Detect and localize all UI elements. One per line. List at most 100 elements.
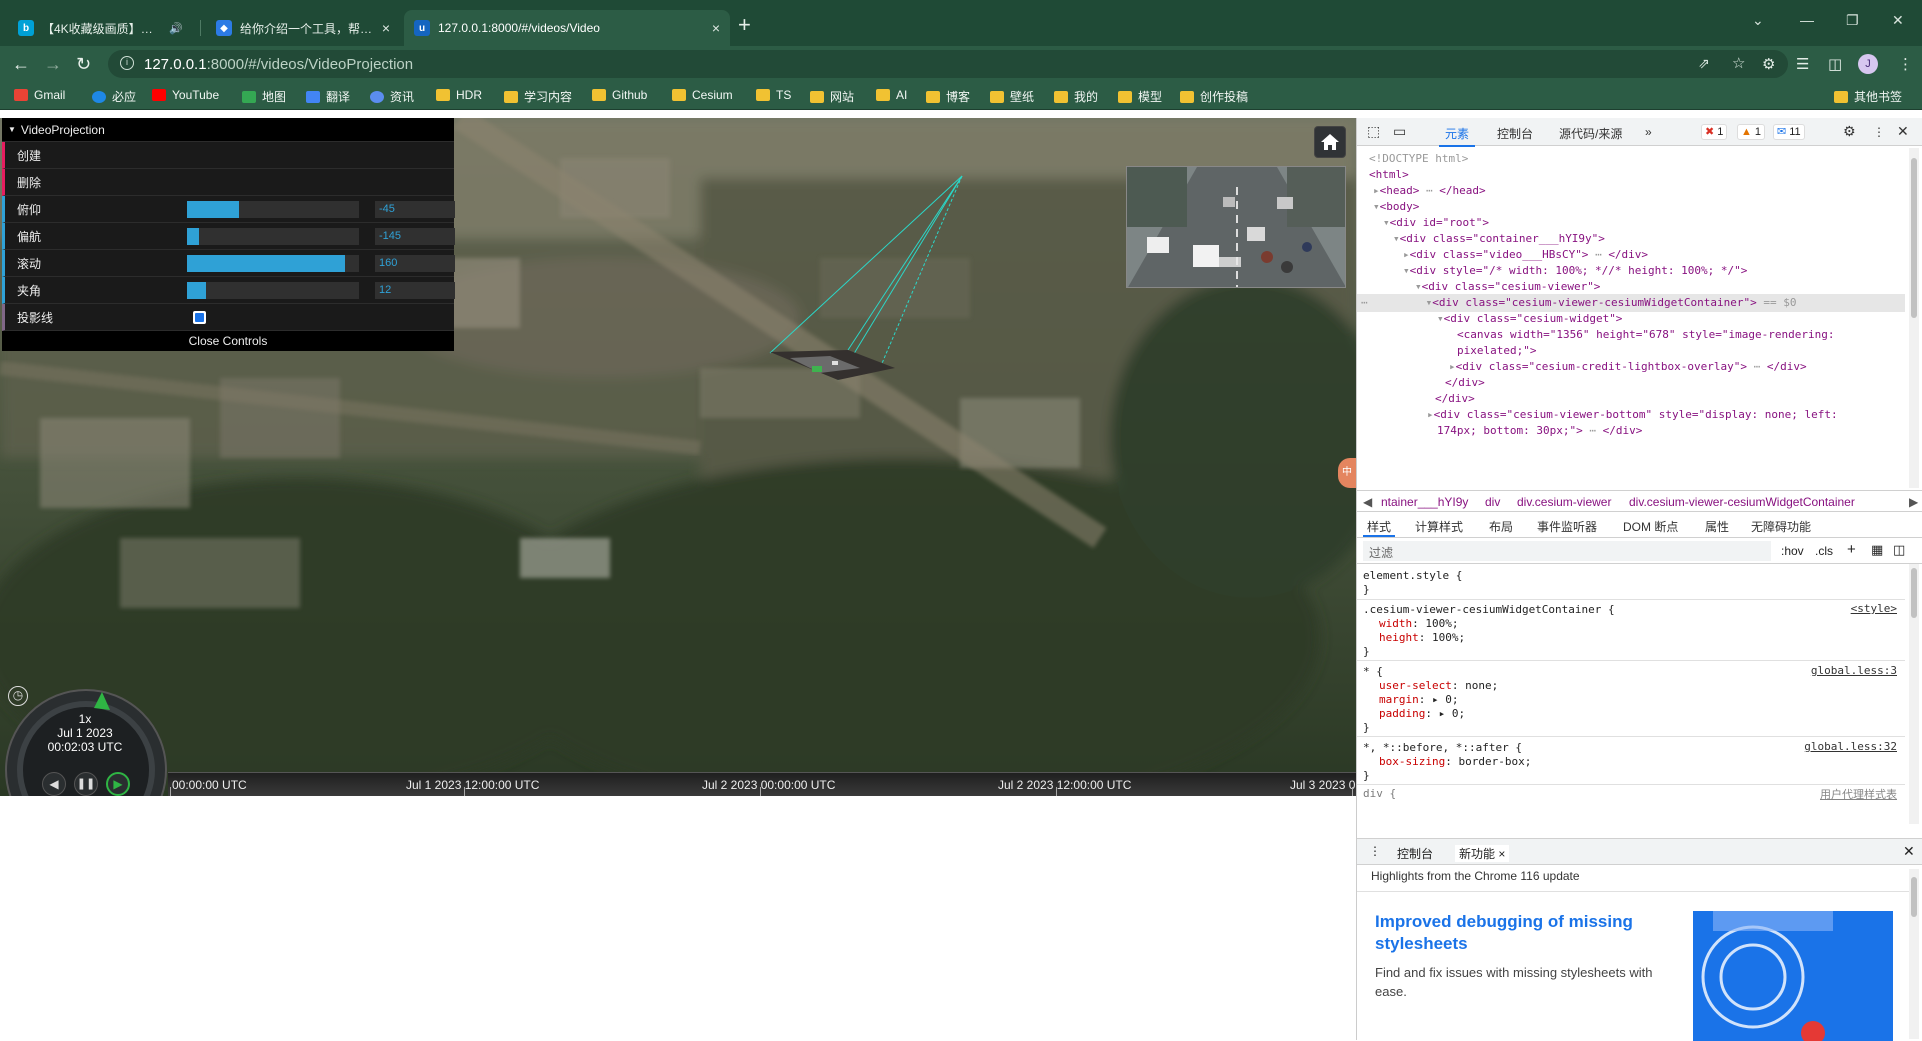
collapse-arrow-icon[interactable]: ▾	[1437, 312, 1444, 325]
clock-icon[interactable]: ◷	[8, 686, 28, 706]
ellipsis-icon[interactable]: ⋯	[1595, 248, 1602, 261]
tab-console[interactable]: 控制台	[1497, 125, 1533, 142]
bookmark-folder-ai[interactable]: AI	[876, 88, 907, 102]
subtab-computed[interactable]: 计算样式	[1415, 518, 1463, 535]
pause-button[interactable]: ❚❚	[74, 772, 98, 796]
roll-input[interactable]: 160	[375, 255, 455, 272]
rule-selector[interactable]: .cesium-viewer-cesiumWidgetContainer {	[1363, 602, 1615, 617]
ellipsis-icon[interactable]: ⋯	[1589, 424, 1596, 437]
dom-line[interactable]: 174px; bottom: 30px;"> ⋯ </div>	[1437, 422, 1642, 440]
play-reverse-button[interactable]: ◀	[42, 772, 66, 796]
close-icon[interactable]: ×	[1498, 847, 1505, 861]
bookmark-news[interactable]: 资讯	[370, 88, 414, 105]
drawer-tab-whatsnew[interactable]: 新功能 ×	[1455, 845, 1510, 862]
drawer-scrollbar[interactable]	[1909, 869, 1919, 1039]
rule-selector[interactable]: div {	[1363, 786, 1396, 801]
declaration[interactable]: height: 100%;	[1379, 630, 1465, 645]
breadcrumb-item[interactable]: ntainer___hYI9y	[1381, 495, 1468, 509]
projection-line-checkbox[interactable]	[193, 311, 206, 324]
yaw-input[interactable]: -145	[375, 228, 455, 245]
collapse-arrow-icon[interactable]: ▾	[1383, 216, 1390, 229]
home-button[interactable]	[1314, 126, 1346, 158]
device-toolbar-icon[interactable]: ▭	[1393, 123, 1406, 140]
bookmark-folder-models[interactable]: 模型	[1118, 88, 1162, 105]
message-badge[interactable]: ✉ 11	[1773, 124, 1805, 140]
delete-button[interactable]: 删除	[2, 169, 454, 196]
timeline[interactable]: 00:00:00 UTC Jul 1 2023 12:00:00 UTC Jul…	[168, 772, 1356, 796]
fov-input[interactable]: 12	[375, 282, 455, 299]
menu-icon[interactable]: ⋮	[1898, 55, 1913, 73]
side-panel-icon[interactable]: ◫	[1828, 55, 1842, 73]
tab-bilibili[interactable]: b 【4K收藏级画质】莓莓神级 🔊	[8, 10, 193, 46]
error-badge[interactable]: ✖ 1	[1701, 124, 1728, 140]
cesium-viewer[interactable]: ▼ VideoProjection 创建 删除 俯仰 -45 偏航 -145 滚…	[0, 118, 1356, 796]
tab-video-projection[interactable]: u 127.0.0.1:8000/#/videos/Video ×	[404, 10, 730, 46]
expand-arrow-icon[interactable]: ▸	[1373, 184, 1380, 197]
sidebar-toggle-icon[interactable]: ◫	[1893, 542, 1905, 558]
rule-selector[interactable]: element.style {	[1363, 568, 1462, 583]
warning-badge[interactable]: ▲ 1	[1737, 124, 1766, 140]
breadcrumb-item[interactable]: div.cesium-viewer	[1517, 495, 1611, 509]
close-window-button[interactable]: ✕	[1892, 12, 1904, 29]
gui-title[interactable]: ▼ VideoProjection	[2, 118, 454, 142]
bookmark-bing[interactable]: 必应	[92, 88, 136, 105]
roll-slider[interactable]	[187, 255, 359, 272]
cls-toggle[interactable]: .cls	[1815, 544, 1833, 558]
media-icon[interactable]: ☰	[1796, 55, 1809, 73]
close-drawer-icon[interactable]: ✕	[1903, 843, 1915, 860]
rule-selector[interactable]: *, *::before, *::after {	[1363, 740, 1522, 755]
rule-source-link[interactable]: global.less:3	[1811, 664, 1897, 677]
breadcrumb-left-arrow[interactable]: ◀	[1363, 495, 1372, 509]
site-info-icon[interactable]: i	[120, 56, 134, 70]
subtab-dom-breakpoints[interactable]: DOM 断点	[1623, 518, 1678, 535]
extensions-icon[interactable]: ⚙	[1762, 55, 1775, 73]
collapse-arrow-icon[interactable]: ▾	[1403, 264, 1410, 277]
scrollbar-thumb[interactable]	[1911, 568, 1917, 618]
expand-arrow-icon[interactable]: ▸	[1403, 248, 1410, 261]
dom-tree[interactable]: <!DOCTYPE html> <html> ▸<head> ⋯ </head>…	[1357, 148, 1905, 488]
fov-slider[interactable]	[187, 282, 359, 299]
bookmark-folder-ts[interactable]: TS	[756, 88, 791, 102]
pitch-slider[interactable]	[187, 201, 359, 218]
styles-filter-input[interactable]: 过滤	[1363, 541, 1771, 561]
create-button[interactable]: 创建	[2, 142, 454, 169]
paint-icon[interactable]: ▦	[1871, 542, 1883, 558]
bookmark-translate[interactable]: 翻译	[306, 88, 350, 105]
share-icon[interactable]: ⇗	[1698, 55, 1710, 72]
devtools-menu-icon[interactable]: ⋮	[1873, 125, 1885, 139]
close-devtools-icon[interactable]: ✕	[1897, 123, 1909, 140]
bookmark-folder-cesium[interactable]: Cesium	[672, 88, 733, 102]
bookmark-folder-wallpaper[interactable]: 壁纸	[990, 88, 1034, 105]
bookmark-folder-creation[interactable]: 创作投稿	[1180, 88, 1248, 105]
subtab-properties[interactable]: 属性	[1705, 518, 1729, 535]
tab-sources[interactable]: 源代码/来源	[1559, 125, 1622, 142]
scrollbar-thumb[interactable]	[1911, 158, 1917, 318]
tab-elements[interactable]: 元素	[1438, 125, 1476, 147]
reload-button[interactable]: ↻	[76, 53, 91, 75]
inspect-element-icon[interactable]: ⬚	[1367, 123, 1380, 140]
ime-float-icon[interactable]: 中	[1338, 458, 1356, 488]
bookmark-folder-sites[interactable]: 网站	[810, 88, 854, 105]
subtab-accessibility[interactable]: 无障碍功能	[1751, 518, 1811, 535]
bookmark-folder-study[interactable]: 学习内容	[504, 88, 572, 105]
breadcrumb-item-selected[interactable]: div.cesium-viewer-cesiumWidgetContainer	[1629, 495, 1855, 509]
declaration[interactable]: margin: ▸ 0;	[1379, 692, 1459, 707]
drawer-menu-icon[interactable]: ⋮	[1369, 844, 1381, 858]
bookmark-folder-hdr[interactable]: HDR	[436, 88, 482, 102]
yaw-slider[interactable]	[187, 228, 359, 245]
tab-tool-intro[interactable]: ◆ 给你介绍一个工具，帮你找到未 ×	[206, 10, 400, 46]
close-icon[interactable]: ×	[712, 20, 720, 36]
bookmark-folder-mine[interactable]: 我的	[1054, 88, 1098, 105]
styles-pane[interactable]: element.style { } .cesium-viewer-cesiumW…	[1357, 564, 1905, 824]
dom-scrollbar[interactable]	[1909, 148, 1919, 488]
collapse-arrow-icon[interactable]: ▾	[1373, 200, 1380, 213]
bookmark-youtube[interactable]: YouTube	[152, 88, 219, 102]
bookmark-folder-github[interactable]: Github	[592, 88, 647, 102]
breadcrumb-item[interactable]: div	[1485, 495, 1500, 509]
rule-selector[interactable]: * {	[1363, 664, 1383, 679]
expand-arrow-icon[interactable]: ▸	[1449, 360, 1456, 373]
breadcrumb-right-arrow[interactable]: ▶	[1909, 495, 1918, 509]
collapse-arrow-icon[interactable]: ▾	[1393, 232, 1400, 245]
minimize-button[interactable]: —	[1800, 12, 1814, 28]
subtab-event-listeners[interactable]: 事件监听器	[1537, 518, 1597, 535]
